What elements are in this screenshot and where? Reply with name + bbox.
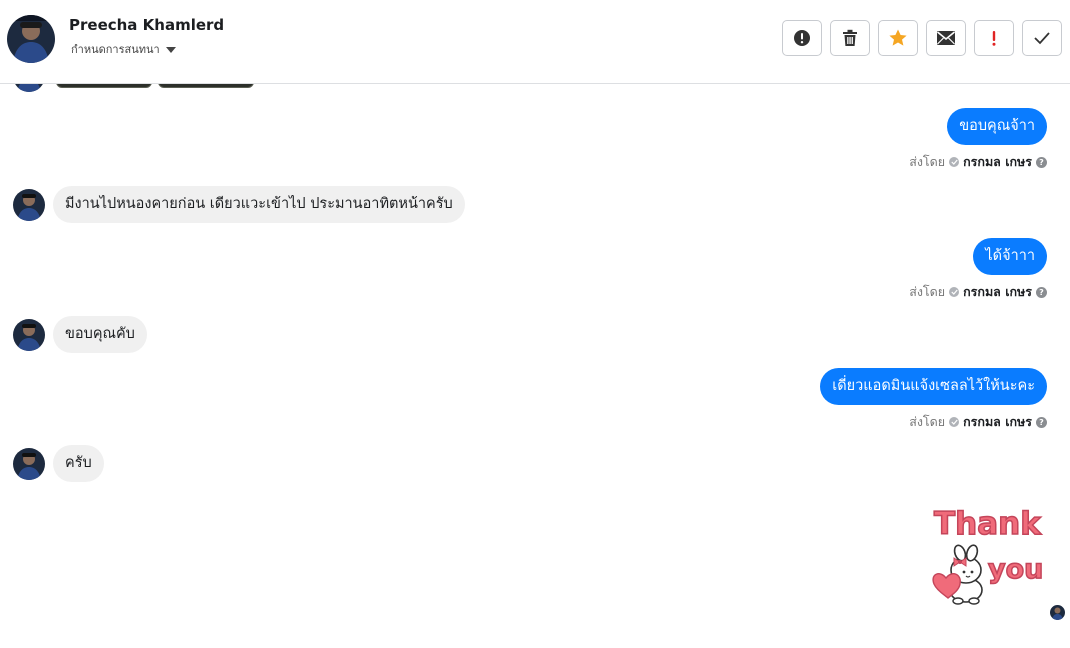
checkmark-icon bbox=[1034, 32, 1050, 45]
envelope-icon bbox=[936, 31, 956, 45]
spam-button[interactable] bbox=[782, 20, 822, 56]
sticker-text-line2: you bbox=[987, 553, 1044, 586]
message-bubble-outgoing[interactable]: ได้จ้าาา bbox=[973, 238, 1047, 275]
contact-avatar-small[interactable] bbox=[13, 188, 45, 221]
star-icon bbox=[889, 29, 907, 46]
sent-by-label: ส่งโดย bbox=[909, 154, 946, 169]
contact-avatar-small[interactable] bbox=[13, 318, 45, 351]
seen-indicator-avatar bbox=[1050, 605, 1065, 620]
conversation-header: Preecha Khamlerd กำหนดการสนทนา bbox=[0, 0, 1070, 84]
image-attachment[interactable] bbox=[56, 84, 152, 88]
contact-name[interactable]: Preecha Khamlerd bbox=[69, 16, 224, 34]
check-circle-icon bbox=[949, 157, 960, 167]
outgoing-message: ขอบคุณจ้าา bbox=[947, 108, 1047, 145]
contact-avatar-small[interactable] bbox=[13, 447, 45, 480]
message-bubble-incoming[interactable]: ครับ bbox=[53, 445, 104, 482]
sent-by-info: ส่งโดย กรกมล เกษร ? bbox=[909, 152, 1047, 172]
message-bubble-incoming[interactable]: มีงานไปหนองคายก่อน เดียวแวะเข้าไป ประมาน… bbox=[53, 186, 465, 223]
conversation-toolbar bbox=[782, 20, 1062, 56]
sticker-text-line1: Thank bbox=[933, 505, 1041, 543]
image-attachment[interactable] bbox=[158, 84, 254, 88]
incoming-message: ครับ bbox=[13, 445, 104, 482]
conversation-settings-dropdown[interactable]: กำหนดการสนทนา bbox=[71, 40, 176, 58]
help-icon[interactable]: ? bbox=[1036, 156, 1047, 168]
incoming-message: ขอบคุณคับ bbox=[13, 316, 147, 353]
contact-avatar[interactable] bbox=[7, 15, 55, 63]
important-button[interactable] bbox=[974, 20, 1014, 56]
sender-name[interactable]: กรกมล เกษร bbox=[963, 152, 1032, 172]
caret-down-icon bbox=[165, 47, 176, 53]
message-thread[interactable]: ขอบคุณจ้าา ส่งโดย กรกมล เกษร ? มีงานไปหน… bbox=[0, 84, 1070, 648]
sender-name[interactable]: กรกมล เกษร bbox=[963, 282, 1032, 302]
sender-name[interactable]: กรกมล เกษร bbox=[963, 412, 1032, 432]
outgoing-message: เดี่ยวแอดมินแจ้งเซลลไว้ให้นะคะ bbox=[820, 368, 1047, 405]
mark-unread-button[interactable] bbox=[926, 20, 966, 56]
help-icon[interactable]: ? bbox=[1036, 416, 1047, 428]
incoming-message: มีงานไปหนองคายก่อน เดียวแวะเข้าไป ประมาน… bbox=[13, 186, 465, 223]
check-circle-icon bbox=[949, 287, 960, 297]
trash-icon bbox=[843, 29, 857, 46]
exclamation-icon bbox=[992, 31, 996, 46]
outgoing-message: ได้จ้าาา bbox=[973, 238, 1047, 275]
check-circle-icon bbox=[949, 417, 960, 427]
bunny-heart-icon bbox=[932, 544, 983, 605]
sent-by-label: ส่งโดย bbox=[909, 414, 946, 429]
conversation-settings-label: กำหนดการสนทนา bbox=[71, 43, 160, 56]
sent-by-info: ส่งโดย กรกมล เกษร ? bbox=[909, 282, 1047, 302]
done-button[interactable] bbox=[1022, 20, 1062, 56]
exclamation-circle-icon bbox=[794, 30, 810, 46]
sent-by-label: ส่งโดย bbox=[909, 284, 946, 299]
delete-button[interactable] bbox=[830, 20, 870, 56]
message-bubble-incoming[interactable]: ขอบคุณคับ bbox=[53, 316, 147, 353]
contact-avatar-small bbox=[13, 84, 45, 92]
sent-by-info: ส่งโดย กรกมล เกษร ? bbox=[909, 412, 1047, 432]
message-bubble-outgoing[interactable]: เดี่ยวแอดมินแจ้งเซลลไว้ให้นะคะ bbox=[820, 368, 1047, 405]
star-button[interactable] bbox=[878, 20, 918, 56]
message-bubble-outgoing[interactable]: ขอบคุณจ้าา bbox=[947, 108, 1047, 145]
thank-you-sticker[interactable]: Thank you bbox=[928, 505, 1046, 608]
help-icon[interactable]: ? bbox=[1036, 286, 1047, 298]
